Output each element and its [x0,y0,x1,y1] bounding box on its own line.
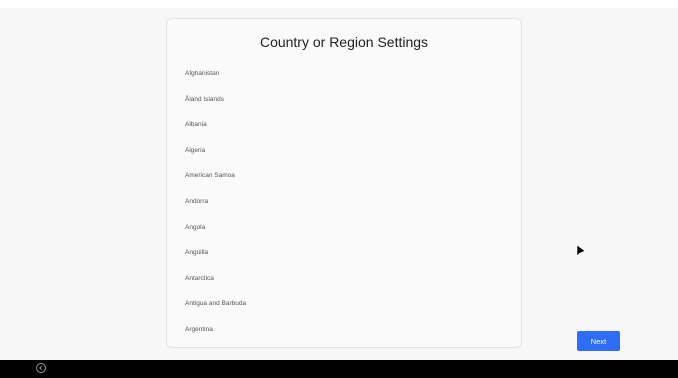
country-list-item[interactable]: Albania [185,112,511,138]
country-list-item[interactable]: Anguilla [185,240,511,266]
country-list-item[interactable]: Antigua and Barbuda [185,291,511,317]
top-strip [0,0,678,8]
next-button[interactable]: Next [577,331,620,351]
country-list-item[interactable]: Afghanistan [185,61,511,87]
country-list-item[interactable]: Algeria [185,138,511,164]
country-list-item[interactable]: Argentina [185,317,511,343]
back-icon[interactable] [36,363,46,373]
country-list-item[interactable]: Angola [185,215,511,241]
country-list-item[interactable]: Åland Islands [185,87,511,113]
panel-title: Country or Region Settings [259,34,429,50]
mouse-cursor-icon [576,245,586,257]
country-list-item[interactable]: Antarctica [185,266,511,292]
country-settings-panel: Country or Region Settings Afghanistan Å… [166,18,522,348]
country-list-item[interactable]: American Samoa [185,163,511,189]
navigation-bar [0,360,678,378]
country-list-item[interactable]: Andorra [185,189,511,215]
setup-screen: Country or Region Settings Afghanistan Å… [0,0,678,378]
country-list[interactable]: Afghanistan Åland Islands Albania Algeri… [185,61,511,343]
